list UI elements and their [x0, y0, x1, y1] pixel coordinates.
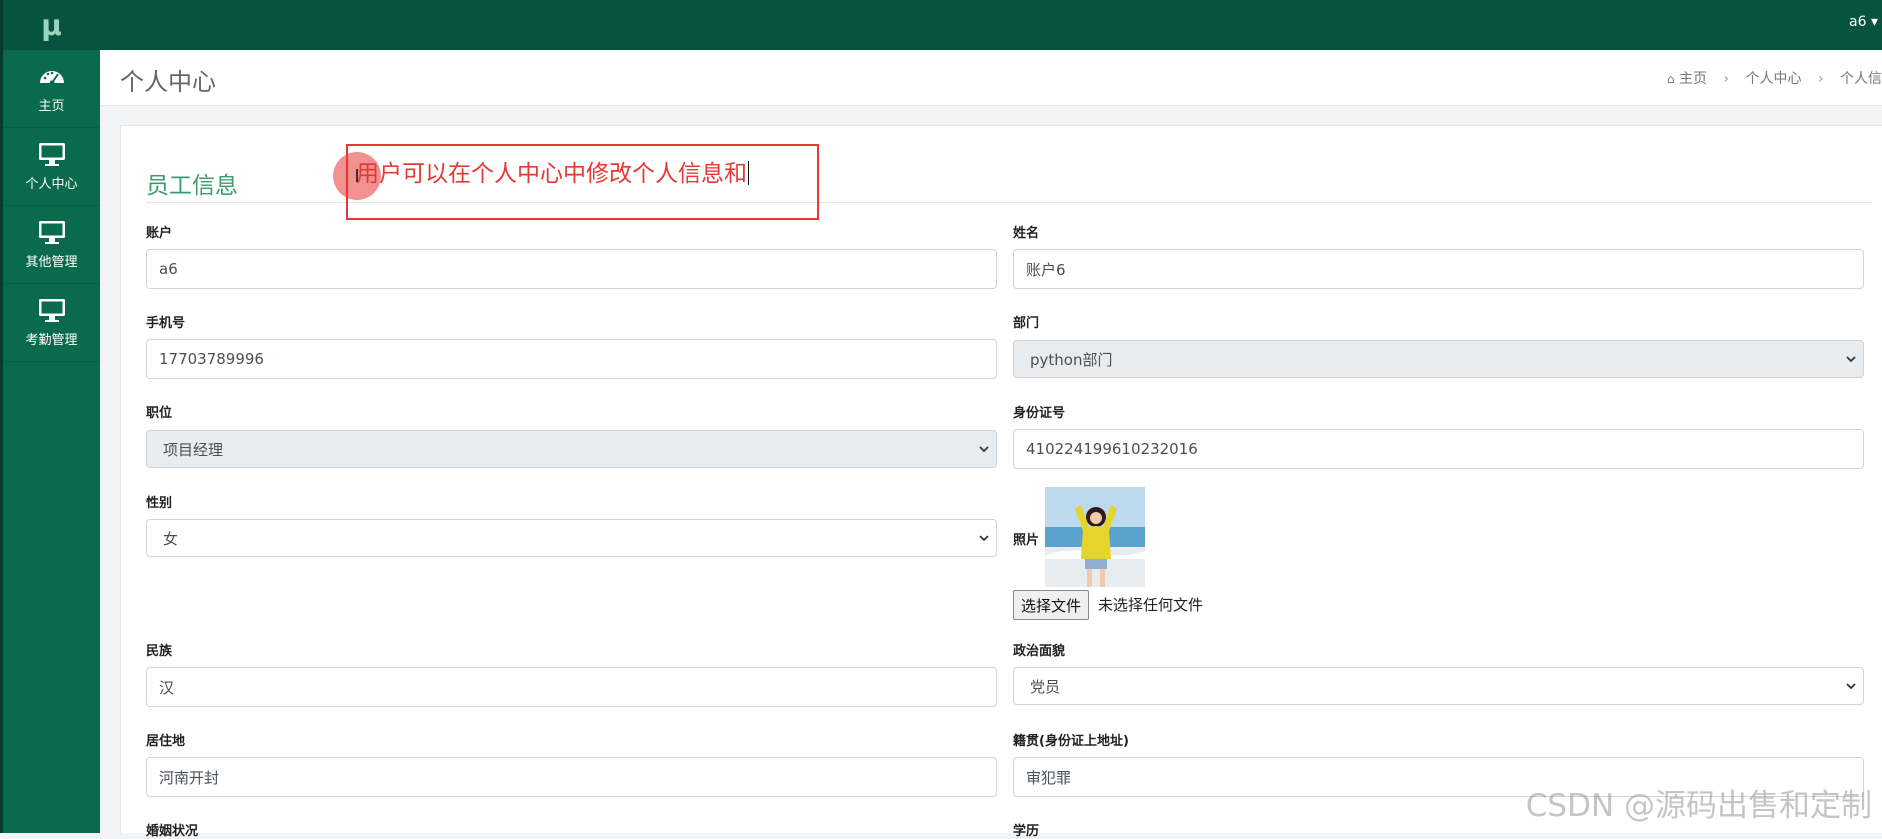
chevron-down-icon [979, 535, 989, 542]
department-select[interactable]: python部门 [1013, 340, 1864, 378]
gender-select[interactable]: 女 [146, 519, 997, 557]
gender-select-value: 女 [163, 529, 179, 548]
top-navbar: a6 ▾ [100, 0, 1882, 50]
department-label: 部门 [1013, 316, 1040, 331]
main-card: 员工信息 [120, 125, 1882, 833]
political-select[interactable]: 党员 [1013, 667, 1864, 705]
breadcrumb-separator: › [1723, 71, 1730, 87]
education-label: 学历 [1013, 824, 1040, 839]
file-status: 未选择任何文件 [1098, 596, 1204, 614]
native-place-label: 籍贯(身份证上地址) [1013, 734, 1129, 749]
residence-label: 居住地 [146, 734, 186, 749]
breadcrumb: ⌂ 主页 › 个人中心 › 个人信 [1667, 68, 1882, 88]
id-number-input[interactable]: 410224199610232016 [1013, 429, 1864, 469]
page-title: 个人中心 [120, 68, 216, 96]
user-menu[interactable]: a6 ▾ [1849, 14, 1878, 30]
monitor-icon [38, 143, 65, 166]
position-select-value: 项目经理 [163, 440, 224, 459]
annotation-box: 用户可以在个人中心中修改个人信息和 [346, 144, 819, 220]
sidebar-item-label: 主页 [38, 99, 65, 114]
monitor-icon [38, 299, 65, 322]
cursor-click-indicator: I [333, 152, 381, 200]
position-label: 职位 [146, 406, 173, 421]
choose-file-button[interactable]: 选择文件 [1013, 590, 1090, 620]
marital-label: 婚姻状况 [146, 824, 199, 839]
name-input[interactable]: 账户6 [1013, 249, 1864, 289]
text-caret [748, 161, 749, 185]
ethnicity-input[interactable]: 汉 [146, 667, 997, 707]
sidebar-item-attendance[interactable]: 考勤管理 [3, 284, 100, 362]
sidebar-item-home[interactable]: 主页 [3, 50, 100, 128]
chevron-down-icon [1846, 683, 1856, 690]
political-label: 政治面貌 [1013, 644, 1066, 659]
monitor-icon [38, 221, 65, 244]
account-input[interactable]: a6 [146, 249, 997, 289]
breadcrumb-personal-center[interactable]: 个人中心 [1745, 71, 1801, 87]
profile-photo [1045, 487, 1145, 587]
card-title: 员工信息 [146, 173, 238, 199]
breadcrumb-current: 个人信 [1840, 71, 1882, 87]
chevron-down-icon [1846, 356, 1856, 363]
ethnicity-label: 民族 [146, 644, 173, 659]
photo-label: 照片 [1013, 533, 1040, 548]
gender-label: 性别 [146, 496, 173, 511]
sidebar-item-label: 其他管理 [25, 255, 78, 270]
sidebar-item-personal-center[interactable]: 个人中心 [3, 128, 100, 206]
watermark: CSDN @源码出售和定制 [1525, 788, 1872, 824]
dashboard-icon [39, 71, 64, 86]
name-label: 姓名 [1013, 226, 1040, 241]
residence-input[interactable]: 河南开封 [146, 757, 997, 797]
political-select-value: 党员 [1030, 677, 1061, 696]
app-logo: μ [3, 0, 100, 50]
home-icon: ⌂ [1666, 72, 1675, 86]
account-label: 账户 [146, 226, 173, 241]
department-select-value: python部门 [1030, 350, 1113, 369]
sidebar-item-label: 考勤管理 [25, 333, 78, 348]
annotation-text: 用户可以在个人中心中修改个人信息和 [356, 161, 749, 187]
page-header: 个人中心 ⌂ 主页 › 个人中心 › 个人信 [100, 50, 1882, 106]
phone-input[interactable]: 17703789996 [146, 339, 997, 379]
phone-label: 手机号 [146, 316, 186, 331]
breadcrumb-home[interactable]: 主页 [1679, 71, 1707, 87]
sidebar: μ 主页 个人中心 其他管理 考勤管理 [0, 0, 100, 833]
sidebar-item-label: 个人中心 [25, 177, 78, 192]
chevron-down-icon [979, 446, 989, 453]
breadcrumb-separator: › [1817, 71, 1824, 87]
sidebar-item-other-management[interactable]: 其他管理 [3, 206, 100, 284]
id-number-label: 身份证号 [1013, 406, 1066, 421]
position-select[interactable]: 项目经理 [146, 430, 997, 468]
